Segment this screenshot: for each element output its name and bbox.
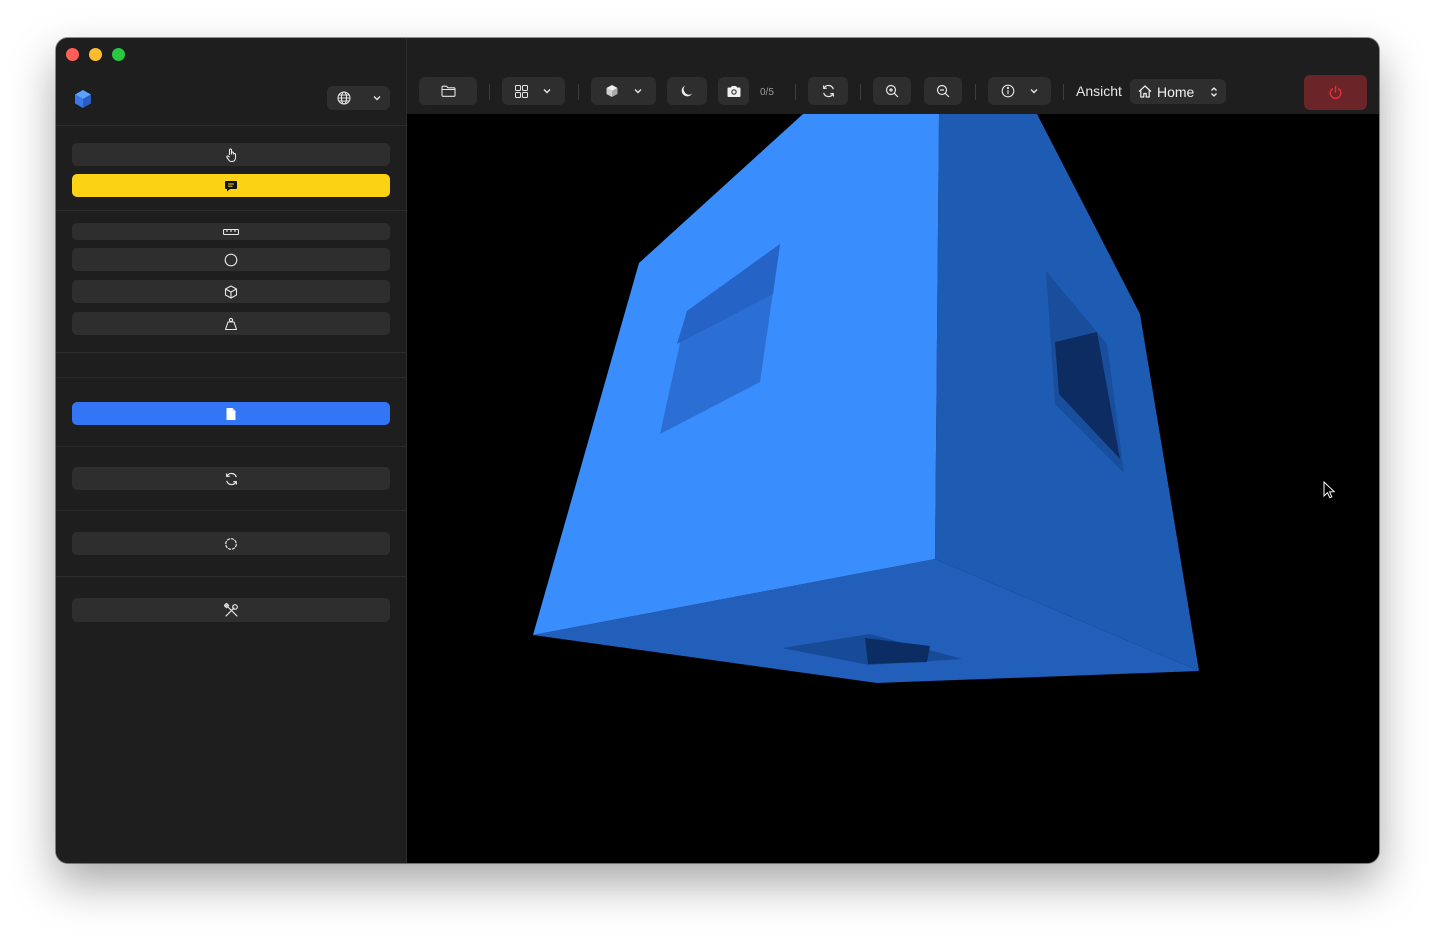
toolbar-separator: [975, 84, 976, 100]
chevron-down-icon: [633, 86, 643, 96]
toolbar-separator: [578, 84, 579, 100]
view-label: Ansicht: [1076, 83, 1122, 99]
screenshot-count: 0/5: [760, 87, 774, 98]
screenshot-button[interactable]: [718, 77, 749, 105]
chevron-down-icon: [372, 93, 382, 103]
3d-viewport[interactable]: [407, 114, 1379, 863]
info-select[interactable]: [988, 77, 1051, 105]
toolbar-separator: [1063, 84, 1064, 100]
zoom-out-icon: [936, 84, 950, 98]
reset-view-button[interactable]: [808, 77, 848, 105]
select-tool-button[interactable]: [72, 143, 390, 166]
comment-tool-button[interactable]: [72, 174, 390, 197]
sidebar-divider: [56, 352, 406, 353]
house-icon: [1138, 85, 1152, 98]
chevron-updown-icon: [1210, 86, 1218, 98]
circle-icon: [224, 253, 238, 267]
camera-icon: [726, 85, 742, 98]
render-mode-select[interactable]: [591, 77, 656, 105]
language-select[interactable]: [327, 86, 390, 110]
circle-tool-button[interactable]: [72, 248, 390, 271]
sidebar-divider: [56, 510, 406, 511]
toolbar-separator: [860, 84, 861, 100]
sidebar: [56, 38, 407, 863]
grid-icon: [515, 84, 528, 98]
measure-tool-button[interactable]: [72, 223, 390, 240]
info-icon: [1001, 84, 1015, 98]
power-button[interactable]: [1304, 75, 1367, 110]
volume-tool-button[interactable]: [72, 280, 390, 303]
app-window: 0/5 Ansicht Home: [56, 38, 1379, 863]
zoom-out-button[interactable]: [924, 77, 962, 105]
minimize-window-button[interactable]: [89, 48, 102, 61]
refresh-icon: [224, 472, 239, 486]
weight-icon: [224, 317, 238, 331]
weight-tool-button[interactable]: [72, 312, 390, 335]
zoom-in-icon: [885, 84, 899, 98]
solid-cube-icon: [605, 84, 619, 98]
reload-button[interactable]: [72, 467, 390, 490]
settings-button[interactable]: [72, 532, 390, 555]
chevron-down-icon: [1029, 86, 1039, 96]
cube-outline-icon: [224, 284, 238, 299]
folder-icon: [440, 85, 456, 97]
view-select[interactable]: Home: [1130, 79, 1226, 104]
tools-button[interactable]: [72, 598, 390, 622]
sidebar-divider: [56, 210, 406, 211]
file-icon: [225, 407, 237, 421]
globe-icon: [337, 91, 351, 105]
layout-grid-select[interactable]: [502, 77, 565, 105]
power-icon: [1328, 85, 1343, 100]
mouse-cursor-icon: [1323, 481, 1335, 499]
cube-logo-icon: [72, 88, 94, 110]
refresh-icon: [821, 84, 836, 98]
sidebar-divider: [56, 377, 406, 378]
chevron-down-icon: [542, 86, 552, 96]
toolbar-separator: [489, 84, 490, 100]
zoom-window-button[interactable]: [112, 48, 125, 61]
zoom-in-button[interactable]: [873, 77, 911, 105]
hand-pointer-icon: [225, 147, 238, 162]
sidebar-divider: [56, 125, 406, 126]
dark-mode-toggle[interactable]: [667, 77, 707, 105]
close-window-button[interactable]: [66, 48, 79, 61]
open-folder-button[interactable]: [419, 77, 477, 105]
moon-icon: [680, 84, 694, 98]
comment-icon: [224, 179, 238, 193]
file-button[interactable]: [72, 402, 390, 425]
ruler-icon: [223, 228, 239, 236]
view-select-value: Home: [1157, 83, 1195, 100]
cube-model: [533, 114, 1199, 683]
sidebar-divider: [56, 446, 406, 447]
gear-circle-icon: [224, 537, 238, 551]
toolbar-separator: [795, 84, 796, 100]
sidebar-divider: [56, 576, 406, 577]
tools-icon: [223, 602, 239, 618]
